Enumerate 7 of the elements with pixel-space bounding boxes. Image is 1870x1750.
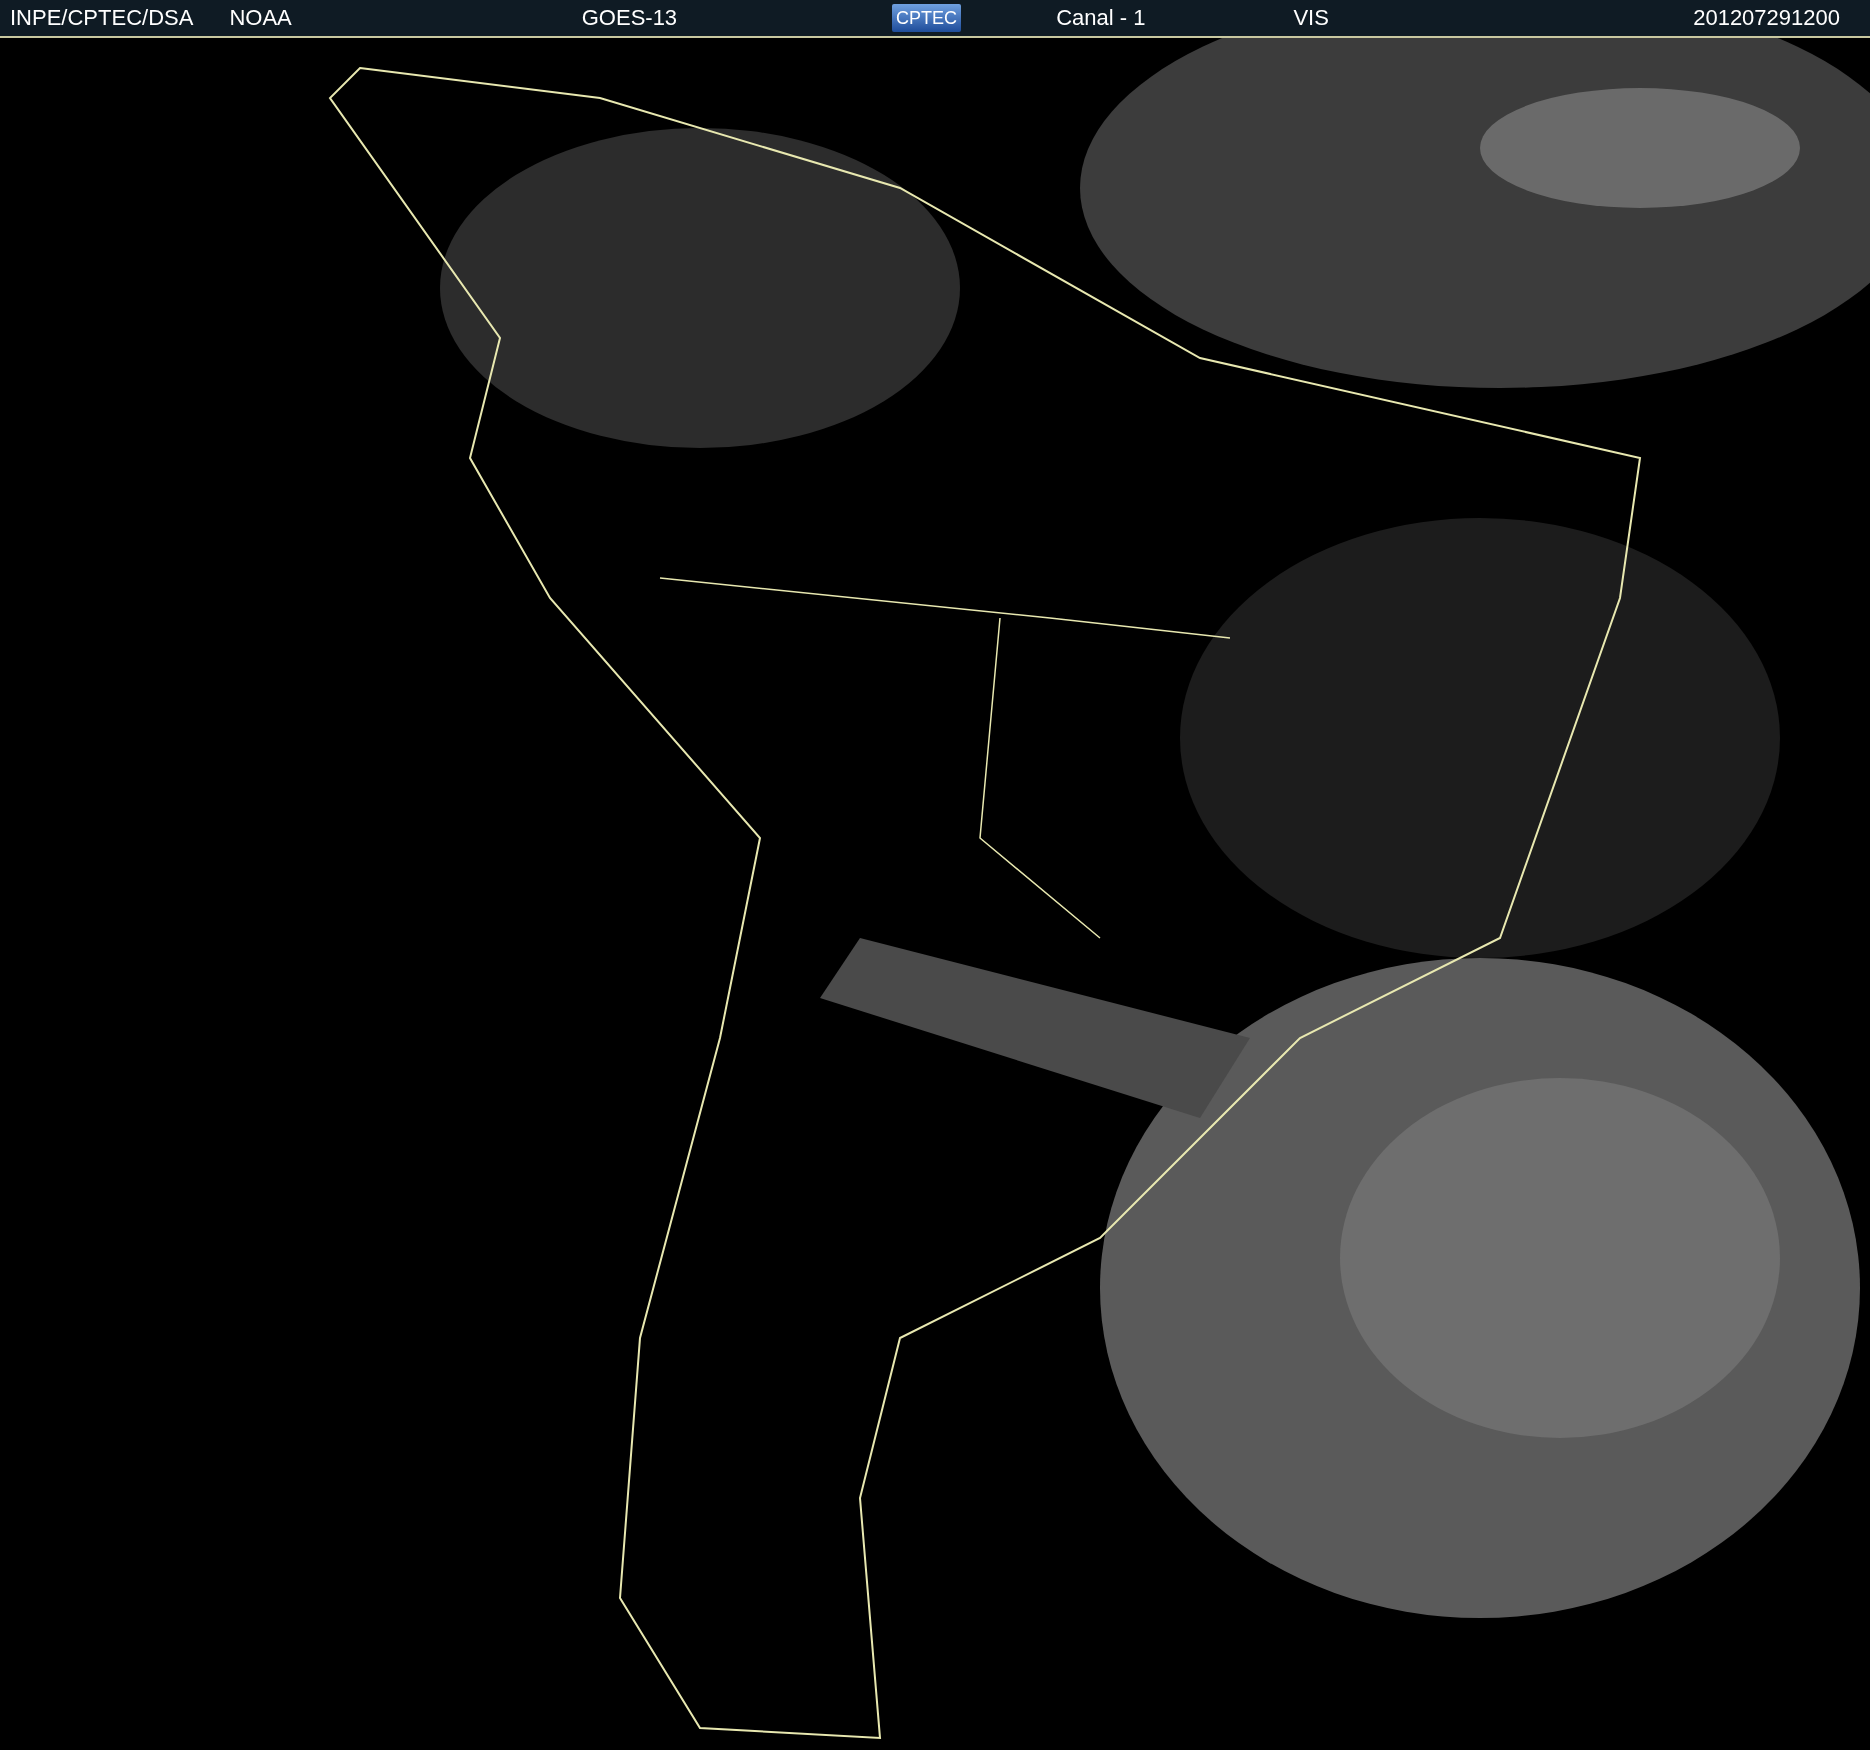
channel-label: Canal - 1	[1056, 5, 1146, 31]
satellite-label: GOES-13	[581, 5, 678, 31]
agency-label: NOAA	[229, 5, 292, 31]
source-label: INPE/CPTEC/DSA	[10, 5, 194, 31]
timestamp-label: 201207291200	[1693, 5, 1840, 31]
logo: CPTEC	[892, 4, 962, 32]
band-label: VIS	[1293, 5, 1329, 31]
